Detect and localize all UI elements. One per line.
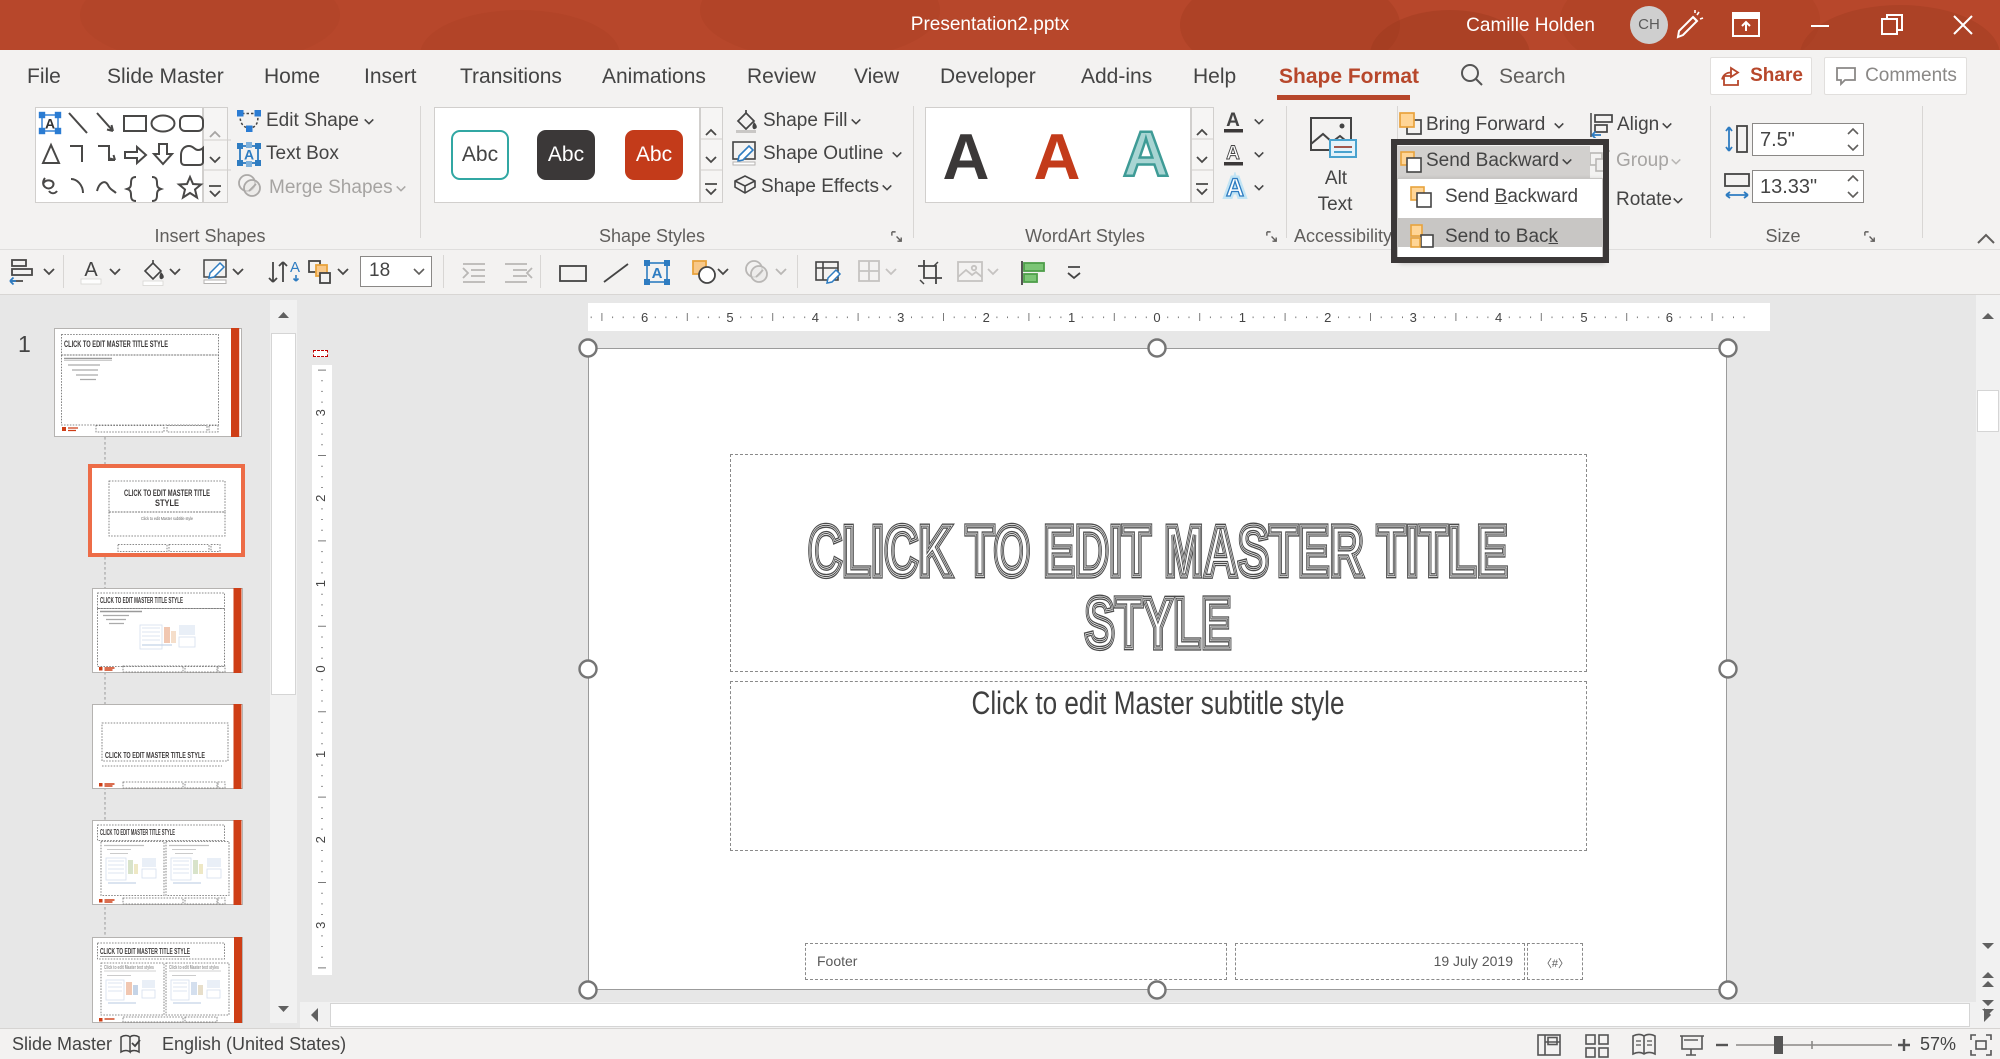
svg-text:0: 0 [313, 665, 328, 672]
svg-text:CLICK TO EDIT MASTER TITLE STY: CLICK TO EDIT MASTER TITLE STYLE [100, 947, 190, 956]
svg-text:A: A [1226, 174, 1244, 202]
svg-text:3: 3 [1410, 310, 1417, 325]
svg-text:3: 3 [313, 922, 328, 929]
svg-text:6: 6 [1666, 310, 1673, 325]
svg-text:A: A [84, 259, 98, 281]
svg-text:2: 2 [1324, 310, 1331, 325]
svg-text:4: 4 [1495, 310, 1502, 325]
svg-text:1: 1 [313, 751, 328, 758]
svg-text:1: 1 [1239, 310, 1246, 325]
svg-text:STYLE: STYLE [155, 498, 179, 508]
svg-text:2: 2 [983, 310, 990, 325]
svg-text:2: 2 [313, 495, 328, 502]
svg-text:1: 1 [313, 580, 328, 587]
svg-text:A: A [1123, 127, 1169, 179]
svg-text:A: A [652, 265, 663, 282]
svg-text:A: A [943, 120, 990, 193]
svg-text:A: A [45, 116, 55, 132]
svg-text:CLICK TO EDIT MASTER TITLE STY: CLICK TO EDIT MASTER TITLE STYLE [105, 750, 205, 760]
svg-text:2: 2 [313, 836, 328, 843]
svg-text:4: 4 [812, 310, 819, 325]
svg-text:Click to edit Master subtitle: Click to edit Master subtitle style [141, 516, 193, 521]
svg-text:A: A [1226, 110, 1240, 131]
svg-text:Click to edit Master text styl: Click to edit Master text styles [104, 965, 154, 971]
svg-text:A: A [1034, 120, 1081, 193]
svg-text:3: 3 [313, 409, 328, 416]
svg-text:0: 0 [1153, 310, 1160, 325]
svg-text:Click to edit Master text styl: Click to edit Master text styles [169, 965, 219, 971]
svg-text:5: 5 [726, 310, 733, 325]
svg-text:CLICK TO EDIT MASTER TITLE STY: CLICK TO EDIT MASTER TITLE STYLE [100, 828, 175, 837]
svg-text:A: A [290, 259, 300, 276]
svg-text:6: 6 [641, 310, 648, 325]
svg-text:CLICK TO EDIT MASTER TITLE: CLICK TO EDIT MASTER TITLE [124, 488, 210, 498]
svg-text:A: A [1226, 143, 1240, 164]
svg-text:A: A [244, 147, 254, 163]
svg-text:1: 1 [1068, 310, 1075, 325]
svg-text:5: 5 [1580, 310, 1587, 325]
svg-text:3: 3 [897, 310, 904, 325]
svg-text:CLICK TO EDIT MASTER TITLE STY: CLICK TO EDIT MASTER TITLE STYLE [100, 596, 183, 605]
svg-text:CLICK TO EDIT MASTER TITLE STY: CLICK TO EDIT MASTER TITLE STYLE [64, 339, 168, 350]
